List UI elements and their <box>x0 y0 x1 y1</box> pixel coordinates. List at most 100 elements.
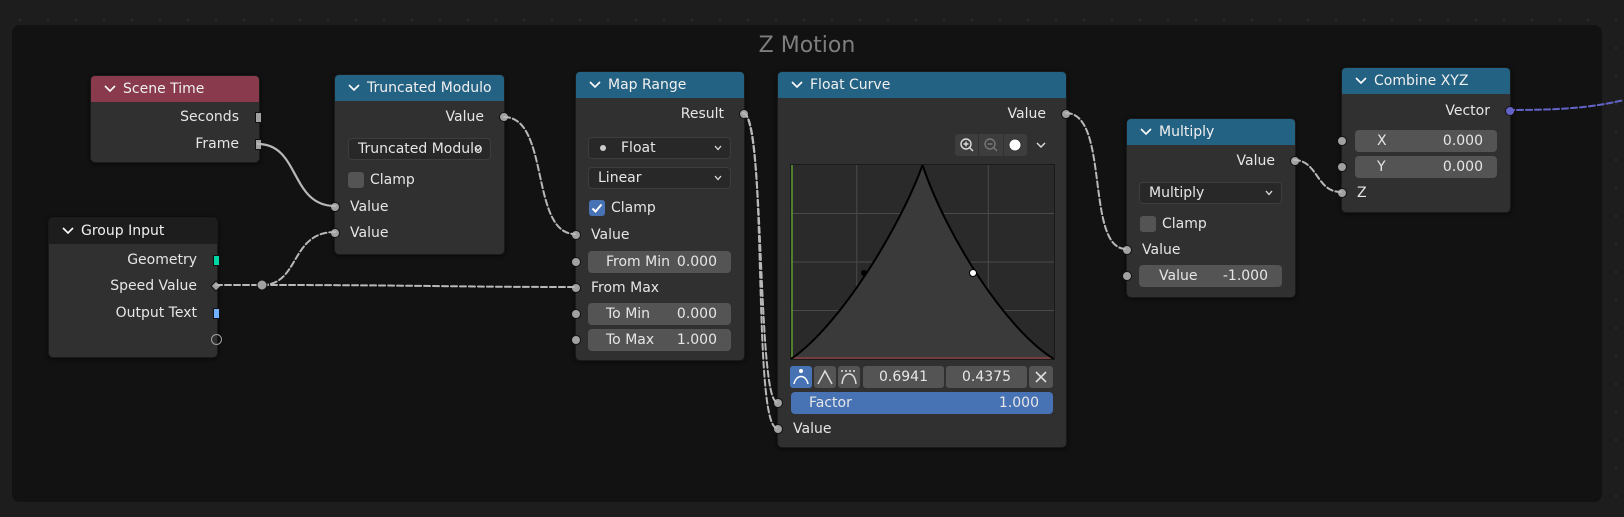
curve-point-selected <box>969 269 977 277</box>
input-from-max: From Max <box>591 280 660 296</box>
output-speed-value: Speed Value <box>110 278 197 294</box>
operation-value: Truncated Modulo <box>358 141 483 157</box>
field-value: -1.000 <box>1222 268 1268 284</box>
socket-speed-value[interactable] <box>210 280 222 292</box>
input-z: Z <box>1357 185 1367 201</box>
node-header[interactable]: Float Curve <box>778 72 1066 98</box>
chevron-down-icon[interactable] <box>1139 125 1153 139</box>
clamp-checkbox[interactable] <box>1140 216 1156 232</box>
input-value: Value <box>591 227 630 243</box>
output-value: Value <box>445 109 484 125</box>
clamp-label: Clamp <box>370 172 415 188</box>
socket-output-vector[interactable] <box>1505 106 1515 116</box>
output-frame: Frame <box>195 136 239 152</box>
chevron-down-icon[interactable] <box>61 224 75 238</box>
socket-output-value[interactable] <box>1290 156 1300 166</box>
node-header[interactable]: Combine XYZ <box>1342 68 1510 94</box>
curve-graph[interactable] <box>790 164 1055 360</box>
data-type-value: Float <box>621 140 656 156</box>
chevron-down-icon <box>1036 142 1046 148</box>
socket-output-value[interactable] <box>1061 109 1071 119</box>
socket-to-max[interactable] <box>571 335 581 345</box>
curve-handle-vector-icon[interactable] <box>814 366 836 388</box>
socket-input-value-1[interactable] <box>330 202 340 212</box>
socket-y[interactable] <box>1337 162 1347 172</box>
from-min-field[interactable]: From Min 0.000 <box>588 251 731 273</box>
chevron-down-icon <box>714 145 722 151</box>
node-header[interactable]: Truncated Modulo <box>335 75 504 101</box>
curve-handle-free-icon[interactable] <box>838 366 860 388</box>
socket-frame[interactable] <box>255 139 262 150</box>
zoom-out-icon[interactable] <box>979 134 1003 156</box>
socket-input-value[interactable] <box>1122 245 1132 255</box>
socket-x[interactable] <box>1337 136 1347 146</box>
node-header[interactable]: Scene Time <box>91 76 259 102</box>
chevron-down-icon[interactable] <box>347 81 361 95</box>
chevron-down-icon[interactable] <box>588 78 602 92</box>
socket-seconds[interactable] <box>255 112 262 123</box>
operation-value: Multiply <box>1149 185 1205 201</box>
output-seconds: Seconds <box>180 109 239 125</box>
node-combine-xyz[interactable]: Combine XYZ Vector X 0.000 Y 0.000 Z <box>1337 67 1515 213</box>
chevron-down-icon[interactable] <box>103 82 117 96</box>
field-value: 1.000 <box>998 395 1039 411</box>
zoom-in-icon[interactable] <box>955 134 979 156</box>
to-min-field[interactable]: To Min 0.000 <box>588 303 731 325</box>
factor-field[interactable]: Factor 1.000 <box>791 392 1053 414</box>
node-float-curve[interactable]: Float Curve Value 0.6941 0.4375 Factor 1… <box>773 71 1071 448</box>
node-title: Float Curve <box>810 77 891 93</box>
point-x-field[interactable]: 0.6941 <box>863 366 944 388</box>
output-value: Value <box>1007 106 1046 122</box>
point-y-field[interactable]: 0.4375 <box>946 366 1027 388</box>
input-value-2: Value <box>350 225 389 241</box>
socket-output-value[interactable] <box>499 112 509 122</box>
clamp-checkbox[interactable] <box>348 172 364 188</box>
socket-input-value[interactable] <box>571 230 581 240</box>
to-max-field[interactable]: To Max 1.000 <box>588 329 731 351</box>
field-value: 0.000 <box>1442 159 1483 175</box>
node-group-input[interactable]: Group Input Geometry Speed Value Output … <box>48 217 222 358</box>
field-value: 0.000 <box>676 254 717 270</box>
chevron-down-icon[interactable] <box>790 78 804 92</box>
input-value-1: Value <box>350 199 389 215</box>
field-label: X <box>1377 133 1387 149</box>
value-field[interactable]: Value -1.000 <box>1139 265 1282 287</box>
node-multiply[interactable]: Multiply Value Multiply Clamp Value Valu… <box>1122 118 1300 298</box>
socket-from-max[interactable] <box>571 283 581 293</box>
node-map-range[interactable]: Map Range Result Float Linear Clamp Valu… <box>571 71 749 361</box>
socket-input-value[interactable] <box>773 424 783 434</box>
chevron-down-icon[interactable] <box>1354 74 1368 88</box>
node-scene-time[interactable]: Scene Time Seconds Frame <box>90 75 262 163</box>
curve-handle-auto-icon[interactable] <box>790 366 812 388</box>
socket-input-value-2[interactable] <box>330 228 340 238</box>
field-value: 1.000 <box>676 332 717 348</box>
node-header[interactable]: Multiply <box>1127 119 1295 145</box>
operation-dropdown[interactable]: Multiply <box>1139 182 1282 204</box>
curve-menu-button[interactable] <box>1030 134 1053 156</box>
clamp-checkbox[interactable] <box>589 200 605 216</box>
socket-empty[interactable] <box>211 334 222 345</box>
clamp-label: Clamp <box>1162 216 1207 232</box>
socket-from-min[interactable] <box>571 257 581 267</box>
clip-icon[interactable] <box>1003 134 1027 156</box>
socket-output-text[interactable] <box>213 308 220 319</box>
operation-dropdown[interactable]: Truncated Modulo <box>348 138 491 160</box>
socket-input-value-2[interactable] <box>1122 271 1132 281</box>
node-header[interactable]: Map Range <box>576 72 744 98</box>
socket-to-min[interactable] <box>571 309 581 319</box>
close-icon[interactable] <box>1029 366 1053 388</box>
socket-z[interactable] <box>1337 188 1347 198</box>
x-field[interactable]: X 0.000 <box>1355 130 1497 152</box>
field-value: 0.000 <box>676 306 717 322</box>
node-title: Multiply <box>1159 124 1215 140</box>
socket-factor[interactable] <box>773 398 783 408</box>
interpolation-dropdown[interactable]: Linear <box>588 167 731 189</box>
node-header[interactable]: Group Input <box>49 218 217 244</box>
curve-point <box>861 270 867 276</box>
node-truncated-modulo[interactable]: Truncated Modulo Value Truncated Modulo … <box>330 74 509 255</box>
y-field[interactable]: Y 0.000 <box>1355 156 1497 178</box>
socket-geometry[interactable] <box>213 255 220 266</box>
socket-output-result[interactable] <box>739 109 749 119</box>
data-type-dropdown[interactable]: Float <box>588 137 731 159</box>
chevron-down-icon <box>1265 190 1273 196</box>
